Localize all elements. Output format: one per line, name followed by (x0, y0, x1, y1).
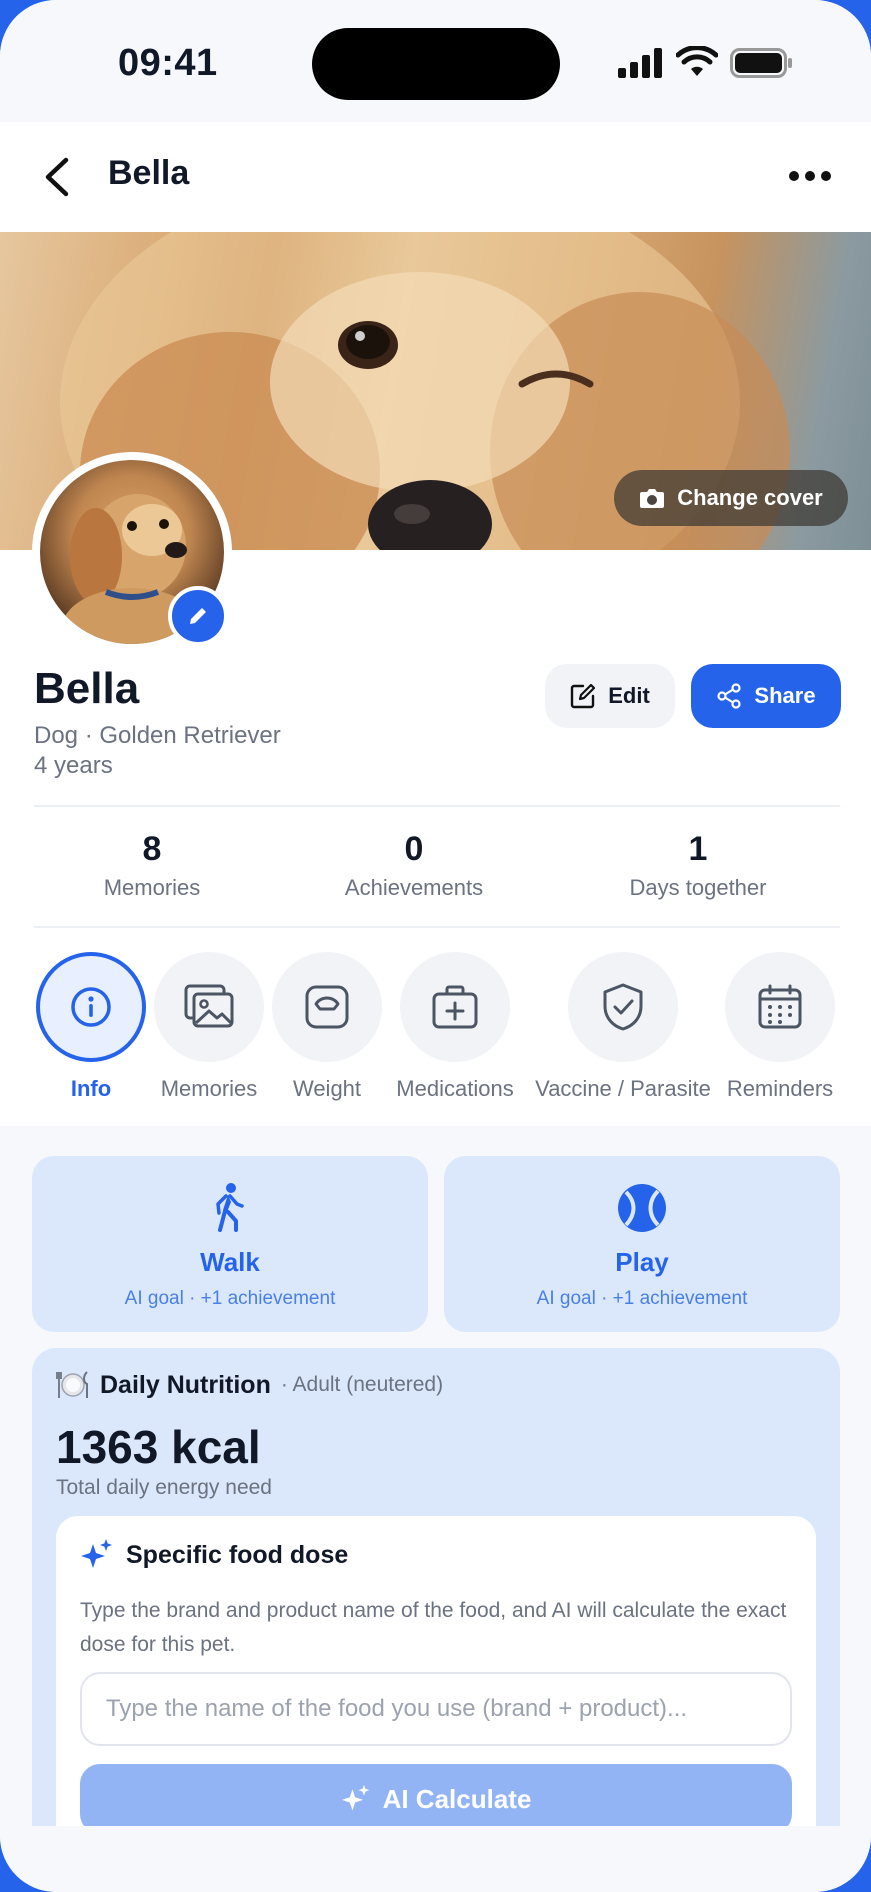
battery-icon (730, 48, 792, 78)
tab-weight-circle (272, 952, 382, 1062)
ai-calculate-label: AI Calculate (382, 1783, 532, 1814)
dose-title: Specific food dose (126, 1540, 349, 1569)
change-cover-button[interactable]: Change cover (614, 470, 848, 526)
scale-icon (305, 985, 349, 1029)
stat-value: 1 (688, 830, 708, 868)
tab-memories-circle (154, 952, 264, 1062)
walk-card[interactable]: Walk AI goal · +1 achievement (32, 1156, 428, 1332)
wifi-icon (676, 46, 718, 76)
tab-vaccine-label: Vaccine / Parasite (535, 1076, 711, 1101)
tab-medications-label: Medications (396, 1076, 514, 1101)
pet-name: Bella (34, 664, 140, 713)
stat-memories[interactable]: 8 Memories (22, 830, 282, 901)
stat-label: Achievements (344, 875, 484, 900)
share-button-label: Share (754, 683, 816, 708)
edit-button-label: Edit (608, 683, 650, 708)
share-icon (717, 683, 742, 709)
stat-value: 8 (142, 830, 162, 868)
tab-info-circle (36, 952, 146, 1062)
dynamic-island (312, 28, 560, 100)
tab-vaccine-circle (568, 952, 678, 1062)
food-name-input[interactable] (80, 1672, 792, 1746)
tab-medications[interactable]: Medications (390, 952, 520, 1102)
tab-info[interactable]: Info (36, 952, 146, 1102)
pet-species-breed: Dog · Golden Retriever (34, 722, 281, 749)
walk-subtitle: AI goal · +1 achievement (124, 1288, 336, 1309)
plate-cutlery-icon (56, 1371, 88, 1398)
top-nav-bar: Bella (0, 122, 871, 232)
status-time: 09:41 (118, 42, 218, 84)
status-bar: 09:41 (0, 0, 871, 122)
tab-memories-label: Memories (160, 1076, 258, 1101)
tab-medications-circle (400, 952, 510, 1062)
tab-vaccine-parasite[interactable]: Vaccine / Parasite (528, 952, 718, 1102)
walk-icon (216, 1183, 244, 1232)
gallery-icon (184, 984, 234, 1028)
tab-weight-label: Weight (292, 1076, 362, 1101)
calendar-icon (758, 984, 802, 1029)
ball-icon (618, 1184, 666, 1232)
dose-header: Specific food dose (80, 1538, 348, 1572)
tab-reminders[interactable]: Reminders (725, 952, 835, 1102)
edit-avatar-button[interactable] (168, 586, 228, 646)
shield-check-icon (603, 983, 643, 1031)
tab-reminders-circle (725, 952, 835, 1062)
nutrition-title: Daily Nutrition (100, 1370, 271, 1399)
food-dose-panel: Specific food dose Type the brand and pr… (56, 1516, 816, 1868)
edit-button[interactable]: Edit (545, 664, 675, 728)
divider (34, 805, 840, 807)
bottom-safe-area (0, 1826, 871, 1892)
stat-days-together[interactable]: 1 Days together (568, 830, 828, 901)
page-title: Bella (108, 154, 190, 192)
pet-age: 4 years (34, 752, 113, 779)
info-icon (71, 987, 111, 1027)
change-cover-label: Change cover (677, 485, 823, 510)
play-subtitle: AI goal · +1 achievement (536, 1288, 748, 1309)
tab-memories[interactable]: Memories (154, 952, 264, 1102)
tab-info-label: Info (70, 1076, 112, 1101)
play-card[interactable]: Play AI goal · +1 achievement (444, 1156, 840, 1332)
share-button[interactable]: Share (691, 664, 841, 728)
nutrition-header: Daily Nutrition · Adult (neutered) (56, 1370, 443, 1400)
kcal-label: Total daily energy need (56, 1476, 272, 1499)
ai-calculate-button[interactable]: AI Calculate (80, 1764, 792, 1834)
medkit-icon (432, 985, 478, 1029)
pencil-icon (190, 608, 206, 624)
divider (34, 926, 840, 928)
dose-description: Type the brand and product name of the f… (80, 1599, 787, 1656)
cellular-signal-icon (618, 48, 662, 78)
stat-value: 0 (404, 830, 424, 868)
daily-nutrition-card: Daily Nutrition · Adult (neutered) 1363 … (32, 1348, 840, 1868)
sparkles-icon (341, 1784, 369, 1811)
play-title: Play (615, 1247, 669, 1277)
stat-label: Memories (103, 875, 201, 900)
edit-square-icon (571, 683, 596, 709)
back-arrow-icon[interactable] (40, 156, 76, 198)
phone-screen: 09:41 Bella Change cover Bella Dog · Gol… (0, 0, 871, 1892)
stat-label: Days together (629, 875, 767, 900)
walk-title: Walk (200, 1247, 260, 1277)
sparkles-icon (81, 1539, 112, 1568)
tab-weight[interactable]: Weight (272, 952, 382, 1102)
nutrition-tag: · Adult (neutered) (280, 1373, 444, 1396)
tab-reminders-label: Reminders (726, 1076, 834, 1101)
camera-icon (640, 489, 665, 508)
kcal-value: 1363 kcal (56, 1421, 261, 1473)
more-options-icon[interactable] (788, 166, 832, 186)
stat-achievements[interactable]: 0 Achievements (284, 830, 544, 901)
